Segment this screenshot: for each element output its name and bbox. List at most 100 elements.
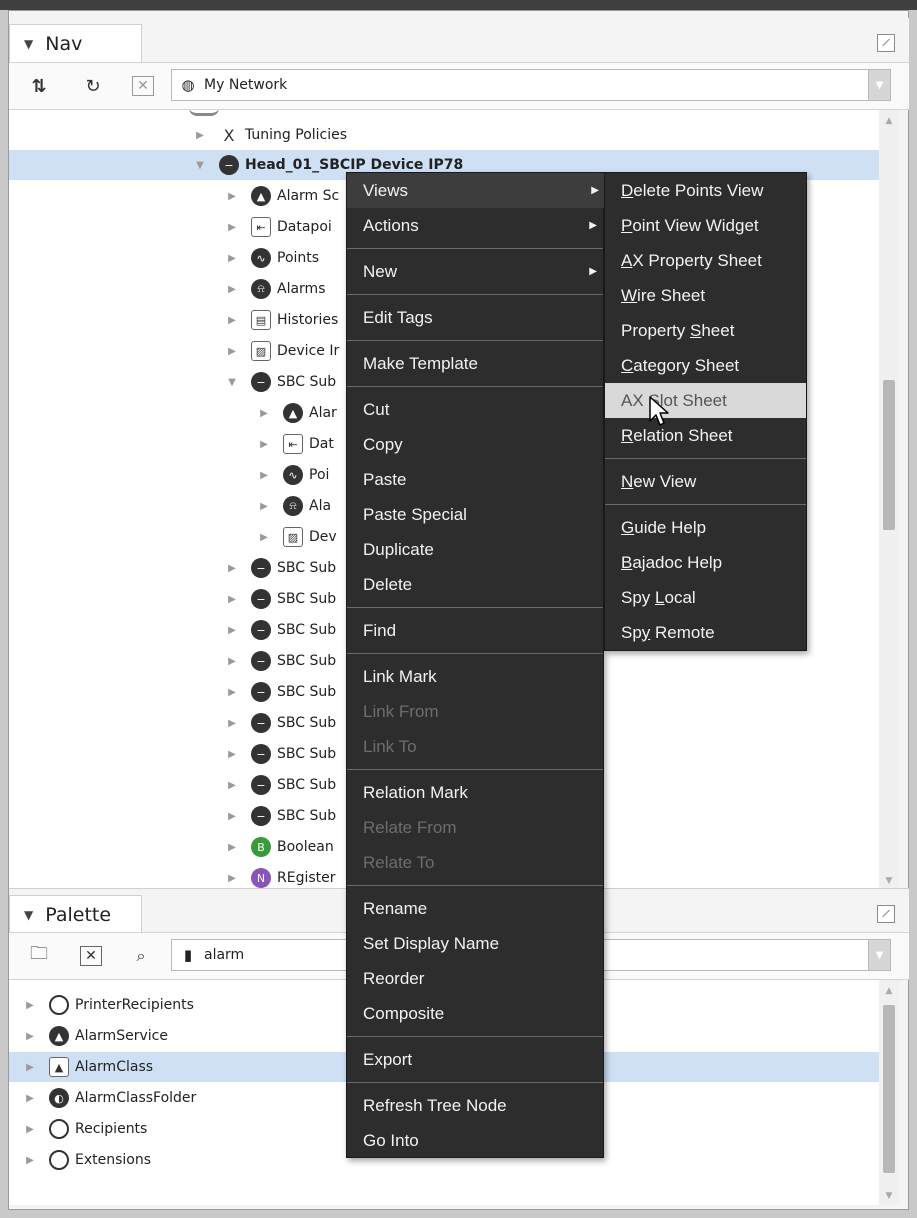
collapsed-arrow-icon[interactable]: ▶	[225, 594, 239, 605]
view-item-guide-help[interactable]: Guide Help	[605, 510, 806, 545]
scroll-down-icon[interactable]: ▼	[879, 876, 899, 886]
nav-combo[interactable]: ◍ My Network ▼	[171, 69, 891, 101]
view-item-delete-points-view[interactable]: Delete Points View	[605, 173, 806, 208]
nav-tree-row[interactable]: ▶ − SBC Sub	[9, 708, 336, 738]
maximize-icon[interactable]	[877, 34, 895, 52]
scroll-up-icon[interactable]: ▲	[879, 116, 899, 126]
view-item-category-sheet[interactable]: Category Sheet	[605, 348, 806, 383]
nav-scrollbar[interactable]: ▲ ▼	[879, 110, 899, 890]
menu-item-paste[interactable]: Paste	[347, 462, 603, 497]
nav-tree-row[interactable]: ▶ ▲ Alarm Sc	[9, 181, 339, 211]
collapsed-arrow-icon[interactable]: ▶	[225, 253, 239, 264]
close-palette-icon[interactable]: ✕	[77, 942, 105, 970]
menu-item-duplicate[interactable]: Duplicate	[347, 532, 603, 567]
nav-tree-row[interactable]: ▶ B Boolean	[9, 832, 334, 862]
menu-item-new[interactable]: New ▶	[347, 254, 603, 289]
menu-item-make-template[interactable]: Make Template	[347, 346, 603, 381]
menu-item-paste-special[interactable]: Paste Special	[347, 497, 603, 532]
nav-tree-row[interactable]: ▶ − SBC Sub	[9, 584, 336, 614]
collapsed-arrow-icon[interactable]: ▶	[225, 315, 239, 326]
menu-item-set-display-name[interactable]: Set Display Name	[347, 926, 603, 961]
nav-tree-row[interactable]: ▶ ⍾ Alarms	[9, 274, 326, 304]
chevron-down-icon[interactable]: ▼	[868, 940, 890, 970]
nav-tree-row[interactable]: ▶ ⇤ Datapoi	[9, 212, 332, 242]
open-palette-folder-icon[interactable]: 🗀	[25, 942, 53, 970]
nav-tree-row[interactable]: ▼ − SBC Sub	[9, 367, 336, 397]
sync-tree-icon[interactable]: ⇅	[25, 72, 53, 100]
menu-item-go-into[interactable]: Go Into	[347, 1123, 603, 1158]
menu-item-rename[interactable]: Rename	[347, 891, 603, 926]
collapsed-arrow-icon[interactable]: ▶	[193, 130, 207, 141]
menu-item-delete[interactable]: Delete	[347, 567, 603, 602]
chevron-down-icon[interactable]: ▼	[868, 70, 890, 100]
collapsed-arrow-icon[interactable]: ▶	[225, 625, 239, 636]
menu-item-reorder[interactable]: Reorder	[347, 961, 603, 996]
menu-item-link-mark[interactable]: Link Mark	[347, 659, 603, 694]
collapsed-arrow-icon[interactable]: ▶	[23, 1031, 37, 1042]
menu-item-views[interactable]: Views ▶	[347, 173, 605, 208]
nav-tree-row[interactable]: ▶ ⍾ Ala	[9, 491, 331, 521]
collapsed-arrow-icon[interactable]: ▶	[225, 780, 239, 791]
nav-scroll-thumb[interactable]	[883, 380, 895, 530]
collapsed-arrow-icon[interactable]: ▶	[225, 191, 239, 202]
collapsed-arrow-icon[interactable]: ▶	[257, 439, 271, 450]
view-item-property-sheet[interactable]: Property Sheet	[605, 313, 806, 348]
collapse-caret-icon[interactable]: ▼	[24, 908, 33, 922]
collapsed-arrow-icon[interactable]: ▶	[23, 1000, 37, 1011]
collapsed-arrow-icon[interactable]: ▶	[23, 1093, 37, 1104]
nav-tree-row[interactable]: ▶ − SBC Sub	[9, 770, 336, 800]
collapsed-arrow-icon[interactable]: ▶	[225, 842, 239, 853]
search-palette-icon[interactable]: ⌕	[127, 942, 155, 970]
collapsed-arrow-icon[interactable]: ▶	[23, 1062, 37, 1073]
menu-item-relation-mark[interactable]: Relation Mark	[347, 775, 603, 810]
menu-item-edit-tags[interactable]: Edit Tags	[347, 300, 603, 335]
nav-tree-row[interactable]: ▶ ▲ Alar	[9, 398, 337, 428]
collapsed-arrow-icon[interactable]: ▶	[225, 718, 239, 729]
nav-tree-row[interactable]: ▶ − SBC Sub	[9, 615, 336, 645]
scroll-down-icon[interactable]: ▼	[879, 1191, 899, 1201]
collapsed-arrow-icon[interactable]: ▶	[257, 470, 271, 481]
nav-tree-row[interactable]: ▶ − SBC Sub	[9, 801, 336, 831]
menu-item-find[interactable]: Find	[347, 613, 603, 648]
collapsed-arrow-icon[interactable]: ▶	[225, 873, 239, 884]
refresh-icon[interactable]: ↻	[79, 72, 107, 100]
collapsed-arrow-icon[interactable]: ▶	[225, 656, 239, 667]
expanded-arrow-icon[interactable]: ▼	[193, 160, 207, 171]
menu-item-cut[interactable]: Cut	[347, 392, 603, 427]
collapsed-arrow-icon[interactable]: ▶	[225, 284, 239, 295]
collapsed-arrow-icon[interactable]: ▶	[257, 408, 271, 419]
collapse-caret-icon[interactable]: ▼	[24, 37, 33, 51]
scroll-up-icon[interactable]: ▲	[879, 986, 899, 996]
view-item-ax-property-sheet[interactable]: AX Property Sheet	[605, 243, 806, 278]
maximize-icon[interactable]	[877, 905, 895, 923]
view-item-new-view[interactable]: New View	[605, 464, 806, 499]
view-item-spy-remote[interactable]: Spy Remote	[605, 615, 806, 650]
nav-tree-row[interactable]: ▶ X Tuning Policies	[9, 120, 347, 150]
nav-tree-row[interactable]: ▶ ∿ Points	[9, 243, 319, 273]
nav-tree-row[interactable]: ▶ − SBC Sub	[9, 677, 336, 707]
collapsed-arrow-icon[interactable]: ▶	[257, 532, 271, 543]
view-item-bajadoc-help[interactable]: Bajadoc Help	[605, 545, 806, 580]
menu-item-copy[interactable]: Copy	[347, 427, 603, 462]
menu-item-export[interactable]: Export	[347, 1042, 603, 1077]
menu-item-refresh-tree-node[interactable]: Refresh Tree Node	[347, 1088, 603, 1123]
nav-tree-row[interactable]: ▶ − SBC Sub	[9, 646, 336, 676]
expanded-arrow-icon[interactable]: ▼	[225, 377, 239, 388]
nav-tree-row[interactable]: ▶ ⇤ Dat	[9, 429, 334, 459]
palette-panel-tab[interactable]: ▼ Palette	[9, 895, 142, 933]
collapsed-arrow-icon[interactable]: ▶	[225, 687, 239, 698]
collapsed-arrow-icon[interactable]: ▶	[23, 1124, 37, 1135]
nav-tree-row[interactable]: ▶ − SBC Sub	[9, 739, 336, 769]
nav-tree-row[interactable]: ▶ ▨ Dev	[9, 522, 337, 552]
collapsed-arrow-icon[interactable]: ▶	[225, 346, 239, 357]
view-item-spy-local[interactable]: Spy Local	[605, 580, 806, 615]
close-space-icon[interactable]: ✕	[129, 72, 157, 100]
collapsed-arrow-icon[interactable]: ▶	[257, 501, 271, 512]
view-item-wire-sheet[interactable]: Wire Sheet	[605, 278, 806, 313]
palette-scrollbar[interactable]: ▲ ▼	[879, 980, 899, 1205]
nav-tree-row[interactable]: ▶ ▨ Device Ir	[9, 336, 339, 366]
nav-panel-tab[interactable]: ▼ Nav	[9, 24, 142, 62]
view-item-relation-sheet[interactable]: Relation Sheet	[605, 418, 806, 453]
menu-item-actions[interactable]: Actions ▶	[347, 208, 603, 243]
nav-tree-row[interactable]: ▶ − SBC Sub	[9, 553, 336, 583]
